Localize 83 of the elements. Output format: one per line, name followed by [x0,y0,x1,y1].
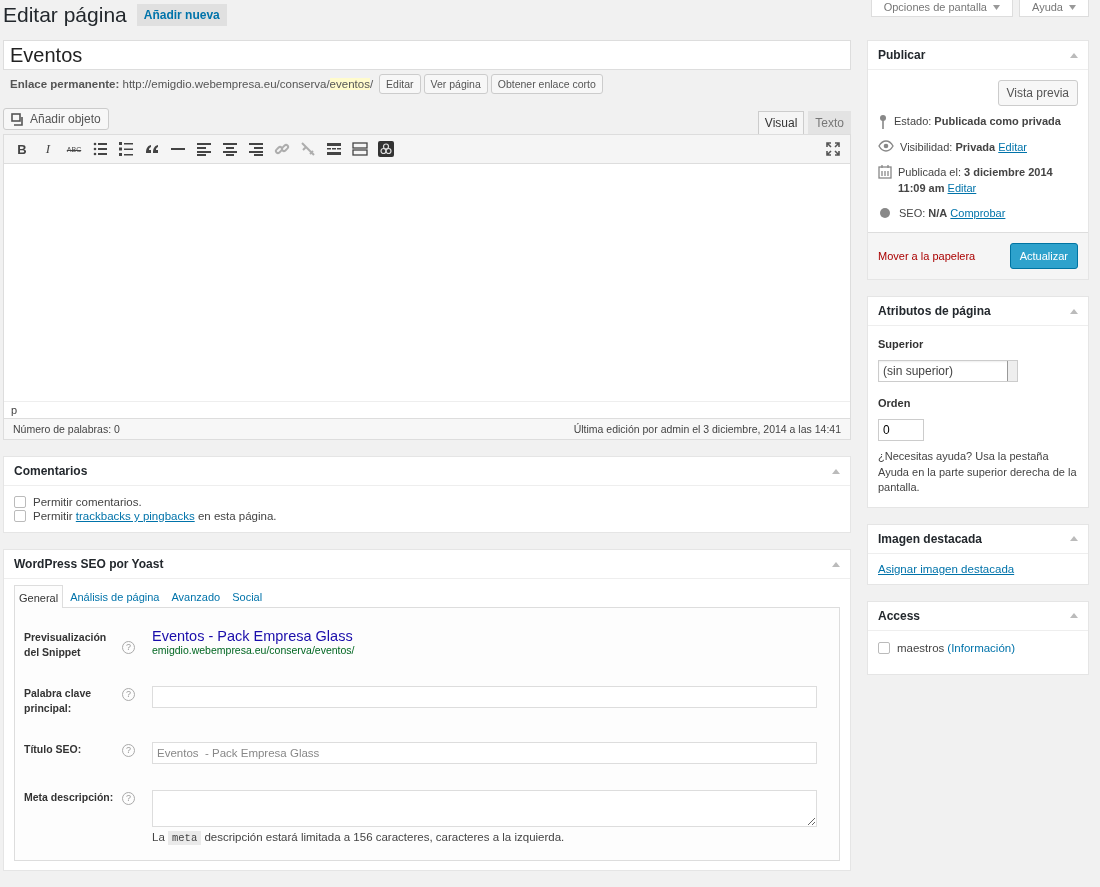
set-featured-image-link[interactable]: Asignar imagen destacada [878,562,1015,575]
box-title: WordPress SEO por Yoast [14,557,164,571]
caret-icon [993,4,1000,10]
collapse-icon[interactable] [1070,52,1078,58]
word-count: Número de palabras: 0 [13,423,120,435]
checkbox[interactable] [14,496,26,508]
collapse-icon[interactable] [1070,536,1078,541]
snippet-title: Eventos - Pack Empresa Glass [152,628,354,644]
media-icon [11,112,25,126]
permalink-button[interactable]: Editar [379,74,421,94]
status-text: Estado: Publicada como privada [894,114,1061,129]
checkbox-label: maestros [897,641,945,654]
add-new-button[interactable]: Añadir nueva [136,4,227,26]
field-label: Meta descripción: [24,790,115,805]
help-tab[interactable]: Ayuda [1019,0,1089,17]
edit-link[interactable]: Editar [947,182,977,194]
visibility-text: Visibilidad: Privada Editar [900,140,1027,155]
editor-tab[interactable]: Visual [757,111,805,134]
fullscreen-icon[interactable] [826,142,840,156]
text-field[interactable] [152,686,817,708]
field-label: Superior [878,338,924,350]
check-link[interactable]: Comprobar [950,207,1006,219]
collapse-icon[interactable] [1070,613,1078,618]
permalink-button[interactable]: Obtener enlace corto [490,74,603,94]
title-field[interactable]: Eventos [3,40,851,70]
collapse-icon[interactable] [832,561,840,567]
seo-tab[interactable]: Análisis de página [65,585,165,607]
seo-tab[interactable]: General [14,585,64,608]
align-left-icon[interactable] [196,141,212,157]
checkbox[interactable] [878,641,890,654]
toolbar-icon[interactable] [352,141,368,157]
field-label: Palabra clave principal: [24,686,93,716]
box-title: Access [878,608,921,623]
box-title: Comentarios [14,464,88,478]
calendar-icon [878,165,892,179]
help-text: ¿Necesitas ayuda? Usa la pestaña Ayuda en la parte superior derecha de la pantalla. [878,449,1078,495]
trackbacks-link[interactable]: trackbacks y pingbacks [75,510,195,522]
element-path: p [4,401,850,418]
seo-score-icon [880,208,890,218]
permalink-text: Enlace permanente: http://emigdio.webempresa.eu/conserva/eventos/ [10,78,374,90]
snippet-url: emigdio.webempresa.eu/conserva/eventos/ [152,644,355,656]
seo-text: SEO: N/A Comprobar [899,206,1006,221]
numbers-icon[interactable] [118,141,134,157]
info-link[interactable]: (Información) [947,641,1016,654]
checkbox-label: Permitir comentarios. [33,496,142,508]
checkbox[interactable] [14,510,26,522]
align-right-icon[interactable] [248,141,264,157]
preview-button[interactable]: Vista previa [997,80,1078,106]
update-button[interactable]: Actualizar [1009,243,1078,269]
meta-note: La meta descripción estará limitada a 156 caracteres, caracteres a la izquierda. [152,831,566,844]
eye-icon [878,140,894,152]
add-media-button[interactable]: Añadir objeto [3,108,109,130]
bullets-icon[interactable] [92,141,108,157]
plugin-icon[interactable] [378,141,394,157]
bold-button[interactable]: B [14,141,30,157]
editor-tab[interactable]: Texto [808,111,851,134]
permalink-button[interactable]: Ver página [423,74,488,94]
parent-select[interactable]: (sin superior) [878,360,1018,382]
field-label: Orden [878,397,911,409]
screen-options-tab[interactable]: Opciones de pantalla [870,0,1013,17]
edit-link[interactable]: Editar [998,141,1027,153]
field-label: Previsualización del Snippet [24,630,108,660]
trash-link[interactable]: Mover a la papelera [878,250,976,262]
seo-tab[interactable]: Avanzado [166,585,226,607]
seo-tab[interactable]: Social [227,585,268,607]
box-title: Imagen destacada [878,531,983,546]
field-label: Título SEO: [24,742,83,757]
text-field[interactable]: Eventos - Pack Empresa Glass [152,742,817,764]
page-title: Editar página [3,3,127,27]
checkbox-label: Permitir trackbacks y pingbacks en esta página. [33,510,277,522]
caret-icon [1069,4,1076,10]
italic-button[interactable]: I [40,141,56,157]
pin-icon [878,114,888,130]
more-icon[interactable] [326,141,342,157]
box-title: Publicar [878,48,926,62]
collapse-icon[interactable] [832,468,840,474]
last-edit-text: Última edición por admin el 3 diciembre, 2014 a las 14:41 [573,423,841,435]
published-text: Publicada el: 3 diciembre 2014 11:09 am Editar [898,165,1054,196]
box-title: Atributos de página [878,304,991,318]
align-center-icon[interactable] [222,141,238,157]
textarea-field[interactable] [152,790,817,827]
collapse-icon[interactable] [1070,308,1078,314]
order-field[interactable]: 0 [878,419,924,441]
